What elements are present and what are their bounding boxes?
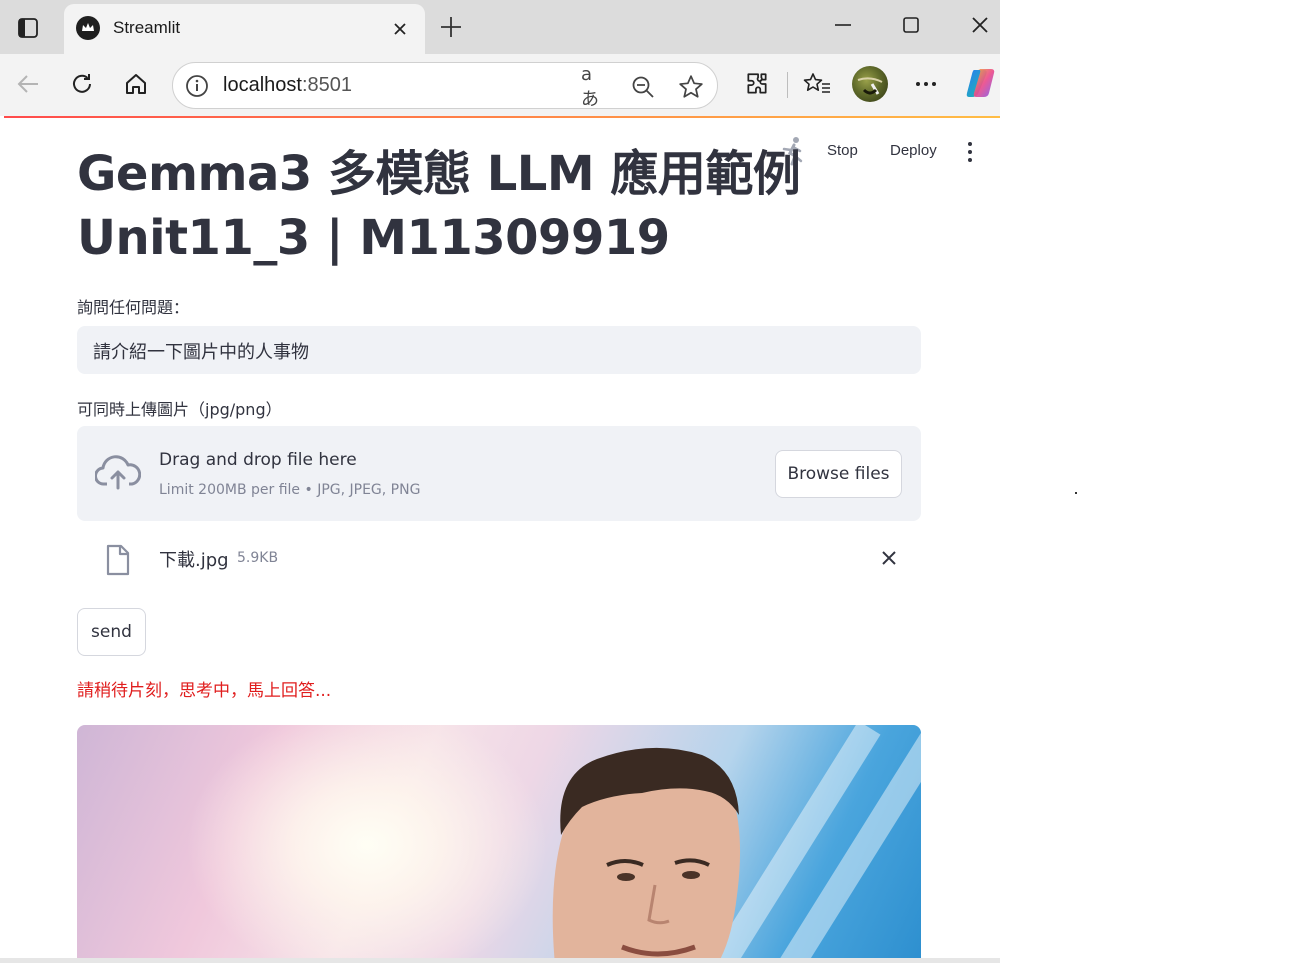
browser-toolbar: localhost:8501 aあ [0,54,1000,116]
avatar[interactable] [852,66,888,102]
maximize-icon[interactable] [893,10,929,40]
remove-file-icon[interactable] [875,544,903,572]
send-button[interactable]: send [77,608,146,656]
refresh-icon[interactable] [66,68,98,100]
file-icon [105,544,131,576]
file-dropzone[interactable]: Drag and drop file here Limit 200MB per … [77,426,921,521]
favorites-icon[interactable] [801,68,833,100]
tab-title: Streamlit [113,18,181,37]
read-aloud-icon[interactable]: aあ [581,64,609,110]
close-icon[interactable] [389,18,411,40]
info-icon[interactable] [185,74,209,98]
stop-button[interactable]: Stop [827,142,858,159]
streamlit-app: Stop Deploy Gemma3 多模態 LLM 應用範例 Unit11_3… [4,118,1000,958]
person-photo [552,747,741,958]
url-host: localhost [223,74,302,96]
dropzone-limit: Limit 200MB per file • JPG, JPEG, PNG [159,482,421,498]
page-title: Gemma3 多模態 LLM 應用範例 Unit11_3 | M11309919 [77,142,817,270]
plus-icon[interactable] [436,12,466,42]
address-bar[interactable]: localhost:8501 aあ [172,62,718,110]
zoom-out-icon[interactable] [629,73,657,101]
more-icon[interactable] [910,68,942,100]
copilot-icon[interactable] [964,66,998,100]
page-title-line2: Unit11_3 | M11309919 [77,210,670,266]
cloud-upload-icon [94,454,142,492]
browser-window: Streamlit localhost:8501 aあ Stop Deploy … [0,0,1000,963]
file-name: 下載.jpg [159,550,229,571]
upload-label: 可同時上傳圖片（jpg/png） [77,400,282,419]
browser-tab[interactable]: Streamlit [64,4,425,54]
kebab-menu-icon[interactable] [962,140,978,164]
extensions-icon[interactable] [741,68,773,100]
page-title-line1: Gemma3 多模態 LLM 應用範例 [77,146,801,202]
question-label: 詢問任何問題： [77,298,190,317]
tab-actions-icon[interactable] [14,14,42,42]
uploaded-image [77,725,921,958]
dropzone-title: Drag and drop file here [159,450,357,470]
url-port: :8501 [301,74,352,96]
uploaded-file-row: 下載.jpg 5.9KB [77,536,921,584]
toolbar-divider [787,72,788,98]
tab-strip: Streamlit [0,0,1000,54]
star-icon[interactable] [677,73,705,101]
minimize-icon[interactable] [825,10,861,40]
url-text[interactable]: localhost:8501 [223,74,352,97]
stray-pixel [1075,492,1077,494]
home-icon[interactable] [120,68,152,100]
deploy-button[interactable]: Deploy [890,142,937,159]
question-input[interactable]: 請介紹一下圖片中的人事物 [77,326,921,374]
waiting-message: 請稍待片刻，思考中，馬上回答... [77,681,332,701]
window-close-icon[interactable] [962,10,998,40]
browse-files-button[interactable]: Browse files [775,450,902,498]
page-bottom-border [0,958,1000,963]
file-size: 5.9KB [237,550,279,566]
streamlit-crown-icon [76,16,100,40]
back-icon[interactable] [12,68,44,100]
